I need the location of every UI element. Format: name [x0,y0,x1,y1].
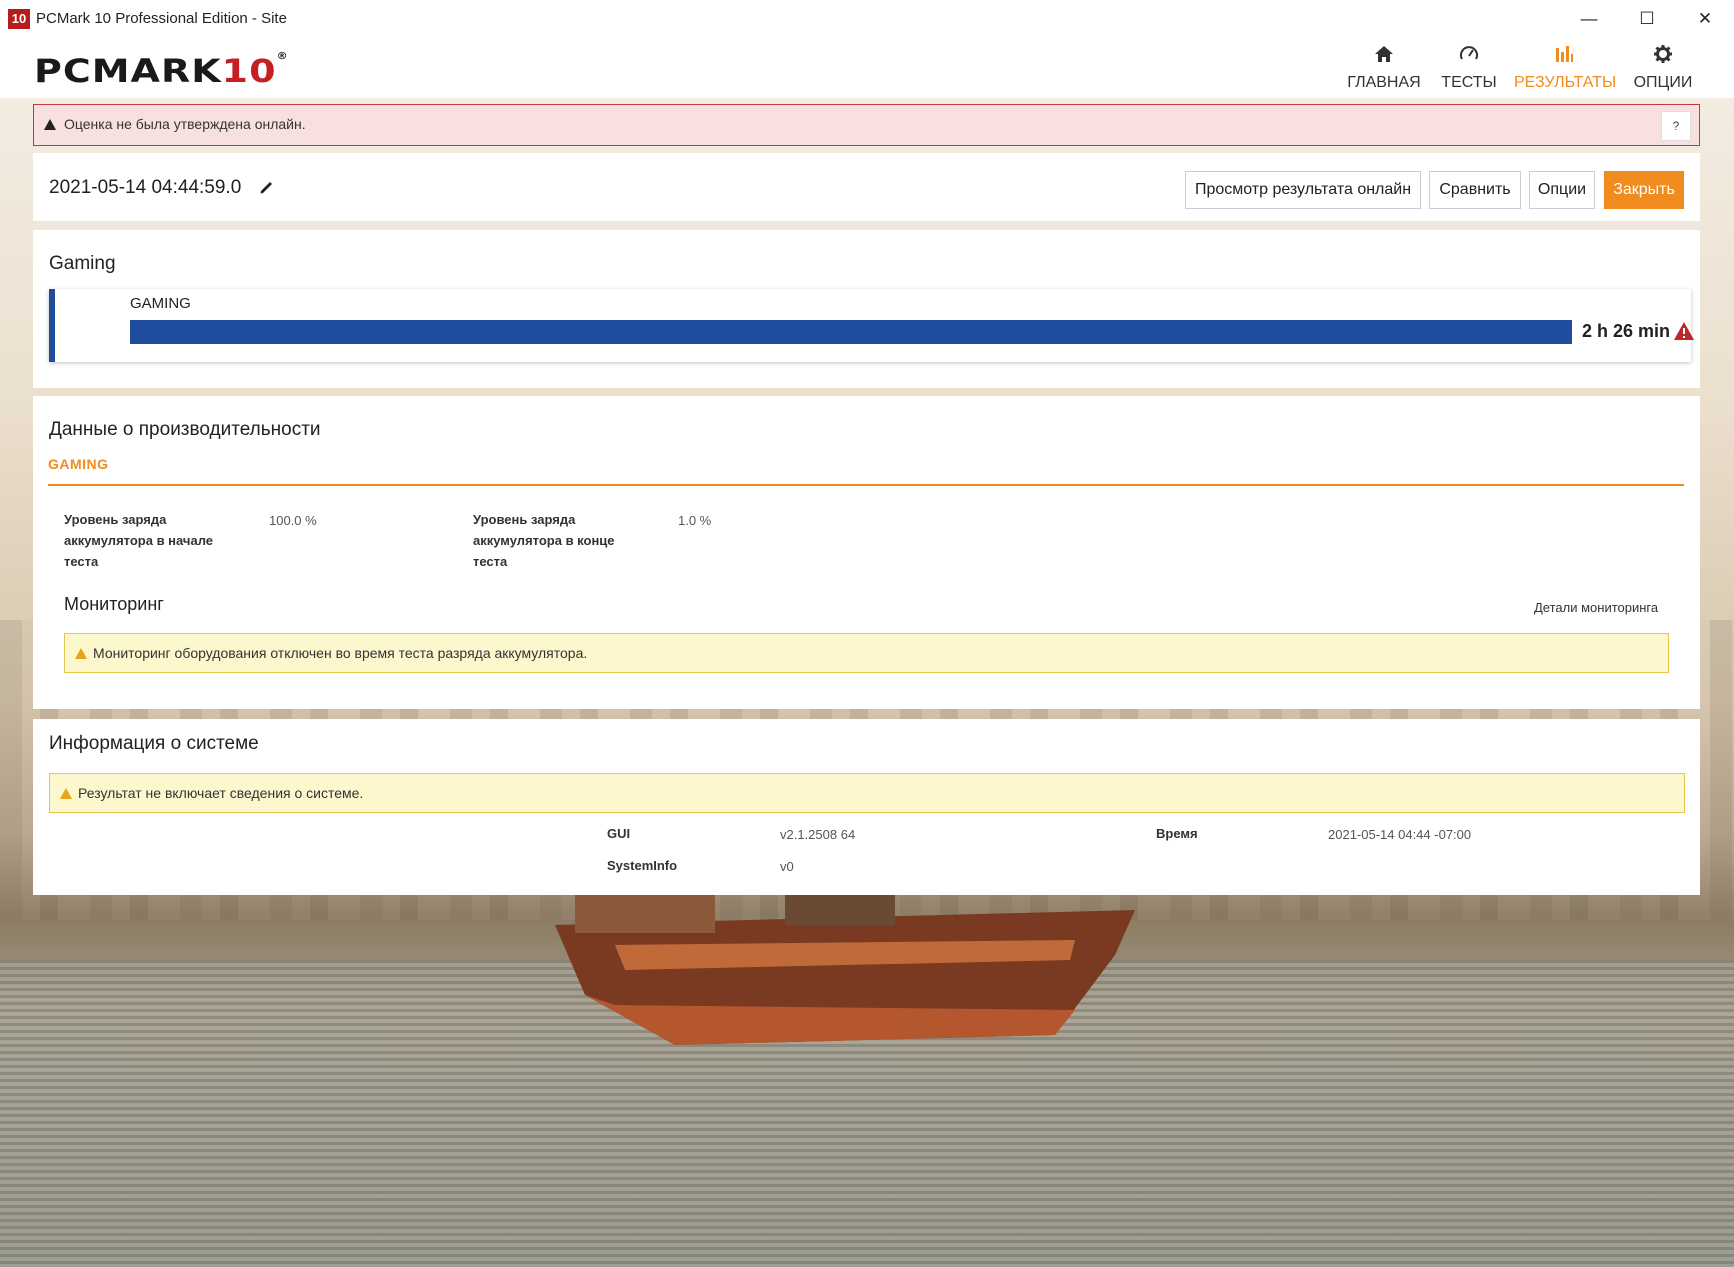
validation-alert: Оценка не была утверждена онлайн. ? [33,104,1700,146]
nav-options[interactable]: ОПЦИИ [1626,44,1700,92]
systeminfo-value: v0 [780,859,794,874]
system-info-title: Информация о системе [49,733,259,754]
app-icon: 10 [8,9,30,29]
warning-icon [75,648,87,659]
minimize-button[interactable]: — [1560,0,1618,38]
gaming-card-label: GAMING [130,295,191,312]
app-header: PCMARK10® ГЛАВНАЯ ТЕСТЫ РЕЗУЛЬТАТЫ ОПЦИИ [0,38,1734,98]
options-button[interactable]: Опции [1529,171,1595,209]
home-icon [1344,44,1424,70]
validation-alert-text: Оценка не была утверждена онлайн. [64,116,306,132]
window-title: PCMark 10 Professional Edition - Site [36,10,287,27]
tab-gaming[interactable]: GAMING [48,456,109,472]
nav-tests[interactable]: ТЕСТЫ [1434,44,1504,92]
time-value: 2021-05-14 04:44 -07:00 [1328,827,1472,842]
tab-underline [48,484,1684,486]
system-info-alert: Результат не включает сведения о системе… [49,773,1685,813]
performance-title: Данные о производительности [49,419,321,440]
score-warning-icon[interactable] [1674,322,1694,345]
warning-icon [44,119,56,130]
close-window-button[interactable]: ✕ [1676,0,1734,38]
compare-button[interactable]: Сравнить [1429,171,1521,209]
result-timestamp: 2021-05-14 04:44:59.0 [49,177,242,198]
score-value: 2 h 26 min [1582,321,1671,341]
score-bar [130,320,1572,344]
system-info-alert-text: Результат не включает сведения о системе… [78,785,364,801]
battery-start-value: 100.0 % [269,513,317,528]
window-titlebar: 10 PCMark 10 Professional Edition - Site… [0,0,1734,38]
monitoring-alert: Мониторинг оборудования отключен во врем… [64,633,1669,673]
bar-chart-icon [1514,44,1614,70]
junk-boat-image [555,885,1135,1045]
maximize-button[interactable]: ☐ [1618,0,1676,38]
battery-end-label: Уровень заряда аккумулятора в конце тест… [473,512,615,569]
pcmark-logo: PCMARK10® [34,50,289,90]
warning-icon [60,788,72,799]
monitoring-details-link[interactable]: Детали мониторинга [1534,600,1658,615]
score-section-title: Gaming [49,253,116,274]
battery-end-value: 1.0 % [678,513,712,528]
gui-value: v2.1.2508 64 [780,827,856,842]
gauge-icon [1434,44,1504,70]
nav-home[interactable]: ГЛАВНАЯ [1344,44,1424,92]
gear-icon [1626,44,1700,70]
monitoring-alert-text: Мониторинг оборудования отключен во врем… [93,645,588,661]
gaming-score-card[interactable]: GAMING 2 h 26 min [49,289,1694,362]
edit-pencil-icon[interactable] [259,179,275,200]
monitoring-title: Мониторинг [64,594,164,614]
systeminfo-label: SystemInfo [607,858,678,873]
nav-results[interactable]: РЕЗУЛЬТАТЫ [1514,44,1616,92]
time-label: Время [1156,826,1198,841]
help-button[interactable]: ? [1661,111,1691,141]
view-online-button[interactable]: Просмотр результата онлайн [1185,171,1421,209]
close-result-button[interactable]: Закрыть [1604,171,1684,209]
battery-start-label: Уровень заряда аккумулятора в начале тес… [64,512,214,569]
gui-label: GUI [607,826,631,841]
